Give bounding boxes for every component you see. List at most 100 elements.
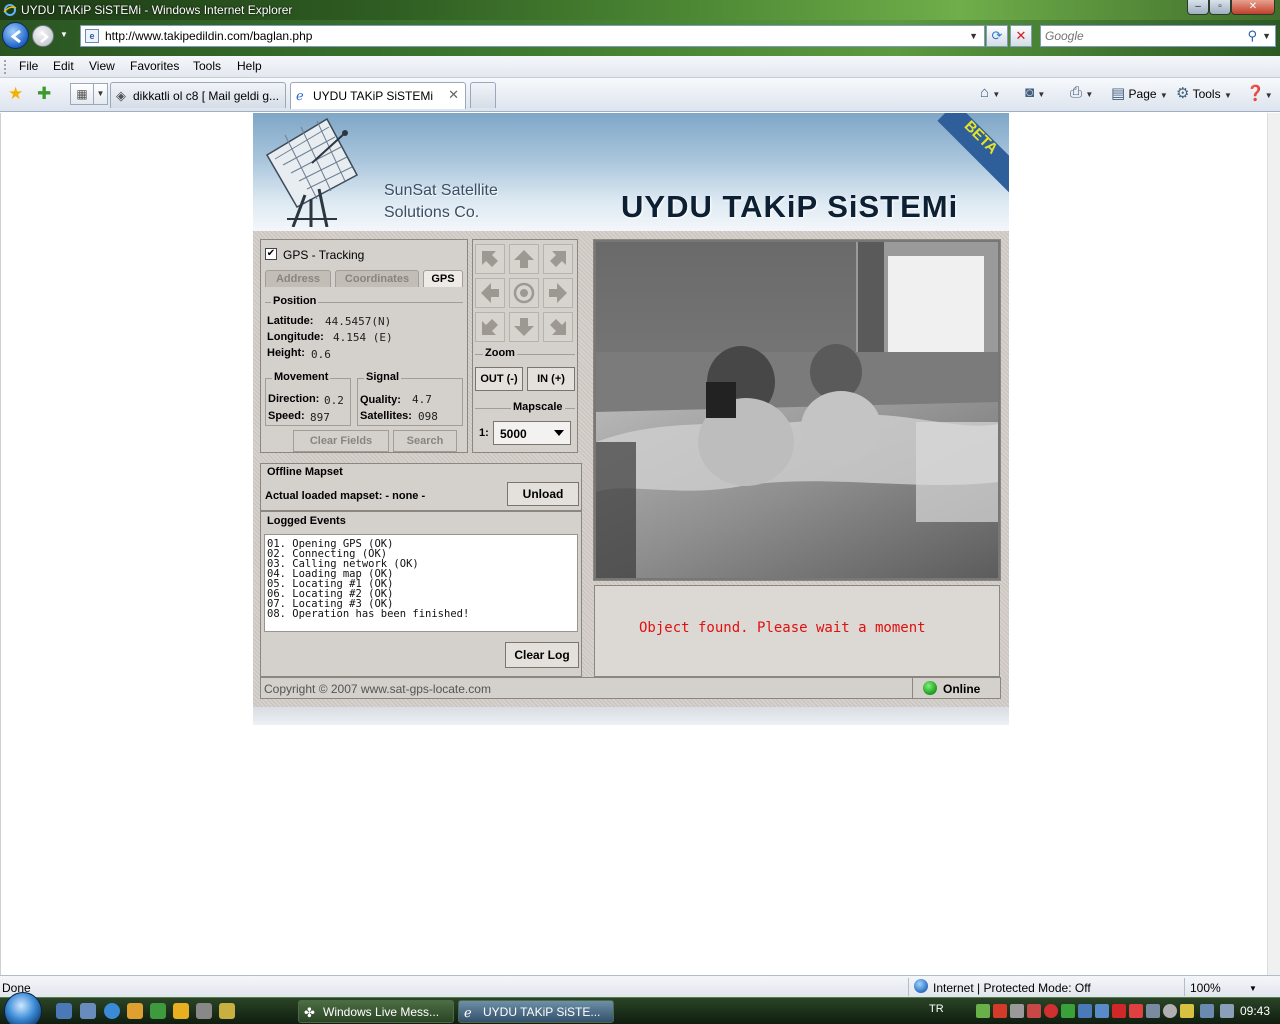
refresh-button[interactable]: ⟳ [986, 25, 1008, 47]
page-menu-button[interactable]: ▤ Page ▼ [1111, 84, 1168, 102]
tray-icon[interactable] [1163, 1004, 1177, 1018]
pan-up-left-button[interactable] [475, 244, 505, 274]
address-url[interactable]: http://www.takipedildin.com/baglan.php [105, 29, 312, 43]
title-bar: UYDU TAKiP SiSTEMi - Windows Internet Ex… [0, 0, 1280, 20]
back-button[interactable] [2, 22, 29, 49]
show-desktop-icon[interactable] [56, 1003, 72, 1019]
quick-tabs-button[interactable]: ▦ [70, 83, 94, 105]
stop-button[interactable]: ✕ [1010, 25, 1032, 47]
security-zone[interactable]: Internet | Protected Mode: Off [933, 981, 1091, 995]
tray-icon[interactable] [1095, 1004, 1109, 1018]
vertical-scrollbar[interactable] [1267, 113, 1280, 975]
taskbar-label: Windows Live Mess... [323, 1005, 440, 1019]
tab-uydu-takip[interactable]: ℯ UYDU TAKiP SiSTEMi ✕ [290, 82, 466, 109]
search-options-dropdown[interactable]: ▼ [1262, 31, 1271, 41]
feeds-button[interactable]: ◙ ▼ [1025, 84, 1045, 101]
add-favorite-icon[interactable]: ✚ [37, 84, 51, 104]
close-tab-icon[interactable]: ✕ [448, 87, 459, 103]
event-log[interactable]: 01. Opening GPS (OK) 02. Connecting (OK) 0… [264, 534, 578, 632]
recent-pages-dropdown[interactable]: ▼ [60, 30, 68, 39]
zoom-out-button[interactable]: OUT (-) [475, 367, 523, 391]
messenger-quicklaunch-icon[interactable] [150, 1003, 166, 1019]
language-indicator[interactable]: TR [929, 1003, 944, 1015]
home-button[interactable]: ⌂ ▼ [980, 84, 1000, 101]
pan-down-right-button[interactable] [543, 312, 573, 342]
tab-list-dropdown[interactable]: ▼ [94, 83, 108, 105]
media-player-icon[interactable] [173, 1003, 189, 1019]
menu-view[interactable]: View [86, 59, 118, 73]
tray-icon[interactable] [993, 1004, 1007, 1018]
tray-icon[interactable] [976, 1004, 990, 1018]
tray-icon[interactable] [1027, 1004, 1041, 1018]
tools-menu-button[interactable]: ⚙ Tools ▼ [1176, 84, 1232, 102]
tray-icon[interactable] [1078, 1004, 1092, 1018]
tray-icon[interactable] [1180, 1004, 1194, 1018]
network-icon[interactable] [1200, 1004, 1214, 1018]
zoom-dropdown-icon[interactable]: ▼ [1249, 984, 1257, 993]
taskbar-messenger[interactable]: ✤ Windows Live Mess... [298, 1000, 454, 1023]
menu-file[interactable]: File [16, 59, 41, 73]
search-input[interactable] [1045, 28, 1245, 44]
pan-up-right-button[interactable] [543, 244, 573, 274]
tray-icon[interactable] [1129, 1004, 1143, 1018]
company-name-suffix: Solutions Co. [384, 204, 480, 221]
search-icon[interactable]: ⚲ [1247, 28, 1257, 44]
ie-icon: ℯ [464, 1005, 472, 1020]
pan-right-button[interactable] [543, 278, 573, 308]
tab-mail[interactable]: ◈ dikkatli ol c8 [ Mail geldi g... [110, 82, 286, 108]
menu-help[interactable]: Help [234, 59, 265, 73]
taskbar-ie[interactable]: ℯ UYDU TAKiP SiSTE... [458, 1000, 614, 1023]
unload-button[interactable]: Unload [507, 482, 579, 506]
rss-icon: ◙ [1025, 84, 1035, 101]
menu-edit[interactable]: Edit [50, 59, 77, 73]
gps-tracking-panel: ✔ GPS - Tracking Address Coordinates GPS… [260, 239, 468, 453]
pan-down-left-button[interactable] [475, 312, 505, 342]
tray-icon[interactable] [1010, 1004, 1024, 1018]
zoom-group: Zoom OUT (-) IN (+) [475, 347, 575, 398]
tab-gps[interactable]: GPS [423, 270, 463, 287]
clock[interactable]: 09:43 [1240, 1004, 1270, 1018]
forward-button[interactable] [32, 25, 54, 47]
minimize-button[interactable]: – [1187, 0, 1209, 15]
print-button[interactable]: ⎙ ▼ [1070, 84, 1093, 101]
zoom-in-button[interactable]: IN (+) [527, 367, 575, 391]
menu-favorites[interactable]: Favorites [127, 59, 182, 73]
search-button[interactable]: Search [393, 430, 457, 452]
folder-icon[interactable] [219, 1003, 235, 1019]
switch-windows-icon[interactable] [80, 1003, 96, 1019]
close-button[interactable]: ✕ [1231, 0, 1275, 15]
volume-icon[interactable] [1220, 1004, 1234, 1018]
help-button[interactable]: ❓▼ [1246, 84, 1273, 102]
tab-address[interactable]: Address [265, 270, 331, 287]
search-field[interactable]: ⚲ ▼ [1040, 25, 1276, 47]
zoom-level[interactable]: 100% [1190, 981, 1221, 995]
clear-log-button[interactable]: Clear Log [505, 642, 579, 668]
address-dropdown-icon[interactable]: ▼ [969, 31, 978, 41]
tab-coordinates[interactable]: Coordinates [335, 270, 419, 287]
mail-icon[interactable] [127, 1003, 143, 1019]
menu-tools[interactable]: Tools [190, 59, 224, 73]
start-button[interactable] [4, 992, 42, 1024]
tab-bar: ★ ✚ ▦ ▼ ◈ dikkatli ol c8 [ Mail geldi g.… [0, 78, 1280, 112]
clear-fields-button[interactable]: Clear Fields [293, 430, 389, 452]
gps-tracking-checkbox[interactable]: ✔ [265, 248, 277, 260]
pan-up-button[interactable] [509, 244, 539, 274]
mapscale-select[interactable]: 5000 [493, 421, 571, 445]
tray-icon[interactable] [1044, 1004, 1058, 1018]
address-field[interactable]: e http://www.takipedildin.com/baglan.php… [80, 25, 985, 47]
longitude-value: 4.154 (E) [333, 331, 393, 344]
latitude-label: Latitude: [267, 315, 314, 327]
pan-down-button[interactable] [509, 312, 539, 342]
center-map-button[interactable] [509, 278, 539, 308]
favorites-star-icon[interactable]: ★ [8, 84, 23, 104]
toolbar-grip[interactable] [4, 60, 7, 74]
tools-menu-label: Tools [1192, 87, 1221, 101]
tray-icon[interactable] [1146, 1004, 1160, 1018]
internet-explorer-icon[interactable] [104, 1003, 120, 1019]
maximize-button[interactable]: ▫ [1209, 0, 1231, 15]
tray-icon[interactable] [1061, 1004, 1075, 1018]
new-tab-button[interactable] [470, 82, 496, 108]
app-quicklaunch-icon[interactable] [196, 1003, 212, 1019]
pan-left-button[interactable] [475, 278, 505, 308]
tray-icon[interactable] [1112, 1004, 1126, 1018]
